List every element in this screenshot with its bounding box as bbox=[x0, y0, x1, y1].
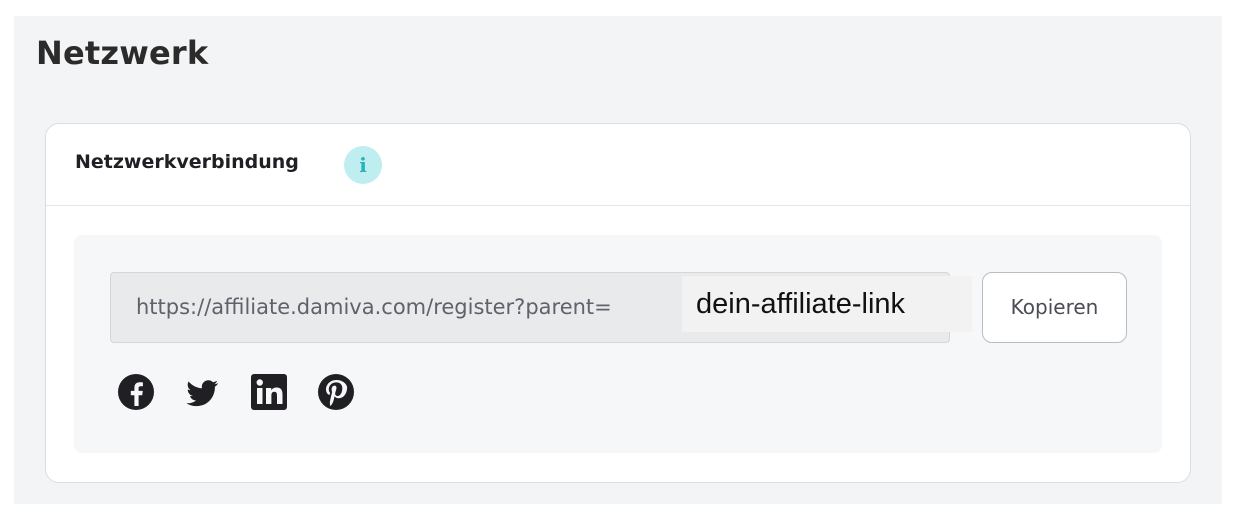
page-title: Netzwerk bbox=[36, 34, 209, 72]
network-card: Netzwerkverbindung i https://affiliate.d… bbox=[45, 123, 1191, 483]
linkedin-icon[interactable] bbox=[249, 372, 289, 412]
affiliate-link-url: https://affiliate.damiva.com/register?pa… bbox=[136, 295, 612, 319]
page-container: Netzwerk Netzwerkverbindung i https://af… bbox=[14, 16, 1222, 504]
card-body: https://affiliate.damiva.com/register?pa… bbox=[74, 235, 1162, 453]
card-header: Netzwerkverbindung i bbox=[46, 124, 1190, 206]
facebook-icon[interactable] bbox=[116, 372, 156, 412]
pinterest-icon[interactable] bbox=[316, 372, 356, 412]
info-icon[interactable]: i bbox=[344, 146, 382, 184]
affiliate-link-overlay-label: dein-affiliate-link bbox=[682, 276, 972, 332]
affiliate-link-overlay-text: dein-affiliate-link bbox=[696, 288, 906, 320]
copy-button[interactable]: Kopieren bbox=[982, 272, 1127, 343]
card-title: Netzwerkverbindung bbox=[75, 151, 299, 173]
twitter-icon[interactable] bbox=[182, 372, 222, 412]
